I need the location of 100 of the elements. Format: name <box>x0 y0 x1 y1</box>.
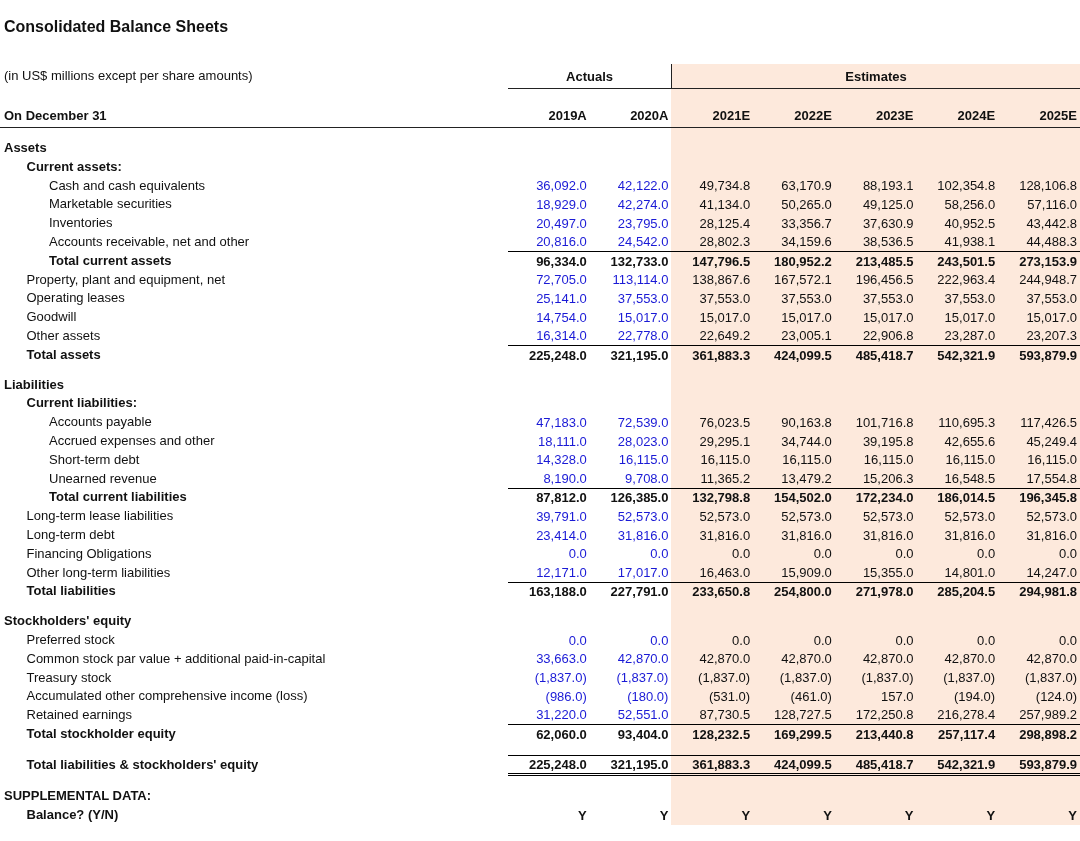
row-label: Other long-term liabilities <box>26 563 171 582</box>
value-cell: 110,695.3 <box>916 413 999 432</box>
value-cell-text: 18,929.0 <box>535 196 588 214</box>
value-cell: 186,014.5 <box>916 488 999 508</box>
value-cell: 593,879.9 <box>998 345 1080 365</box>
value-cell: 593,879.9 <box>998 755 1080 775</box>
value-cell-text: 0.0 <box>567 631 588 650</box>
column-header: 2023E <box>834 88 917 128</box>
value-cell: 37,553.0 <box>916 289 999 309</box>
value-cell: 172,250.8 <box>834 706 917 725</box>
value-cell: 0.0 <box>589 544 672 564</box>
value-cell: 15,017.0 <box>916 308 999 327</box>
value-cell: 257,117.4 <box>916 724 999 744</box>
value-cell: 17,017.0 <box>589 563 672 583</box>
value-cell: 42,870.0 <box>589 649 672 669</box>
value-cell: 87,730.5 <box>671 706 754 725</box>
value-cell: 52,573.0 <box>834 507 917 526</box>
value-cell: 24,542.0 <box>589 233 672 252</box>
value-cell: Y <box>916 806 999 825</box>
value-cell: 28,125.4 <box>671 214 754 233</box>
value-cell: Y <box>671 806 754 825</box>
row-label: Accounts payable <box>49 413 152 432</box>
row-label: Total assets <box>26 345 101 364</box>
row-label: Accrued expenses and other <box>49 431 215 450</box>
value-cell: 15,017.0 <box>753 308 835 327</box>
row-label: Cash and cash equivalents <box>49 176 206 195</box>
value-cell: 271,978.0 <box>834 582 917 602</box>
value-cell: 37,553.0 <box>589 289 672 309</box>
value-cell: 31,816.0 <box>589 525 672 545</box>
column-group-header: Estimates <box>671 64 1080 89</box>
row-label: Accounts receivable, net and other <box>49 233 250 251</box>
value-cell: 213,485.5 <box>834 251 917 271</box>
value-cell: 154,502.0 <box>753 488 835 508</box>
sheet-title: Consolidated Balance Sheets <box>3 18 230 37</box>
row-label: Accumulated other comprehensive income (loss) <box>26 687 308 706</box>
row-label: Other assets <box>26 326 101 345</box>
row-label: Current assets: <box>26 157 122 176</box>
value-cell: 257,989.2 <box>998 706 1080 725</box>
value-cell: 37,553.0 <box>671 289 754 309</box>
value-cell: 424,099.5 <box>753 755 835 775</box>
row-label: Long-term lease liabilities <box>26 507 174 526</box>
value-cell: 233,650.8 <box>671 582 754 602</box>
value-cell-text: (1,837.0) <box>533 669 588 688</box>
row-label: Total current assets <box>49 251 172 270</box>
value-cell: 15,017.0 <box>671 308 754 327</box>
value-cell: 273,153.9 <box>998 251 1080 271</box>
value-cell: 15,017.0 <box>589 308 672 327</box>
value-cell: 298,898.2 <box>998 724 1080 744</box>
value-cell: (180.0) <box>589 687 672 707</box>
value-cell: Y <box>998 806 1080 825</box>
value-cell: 8,190.0 <box>508 469 590 489</box>
value-cell-text: (986.0) <box>544 687 588 706</box>
value-cell: 33,356.7 <box>753 214 835 233</box>
value-cell-text: 39,791.0 <box>535 507 588 526</box>
value-cell: Y <box>834 806 917 825</box>
value-cell: 28,023.0 <box>589 431 672 451</box>
value-cell: (124.0) <box>998 687 1080 707</box>
value-cell: (531.0) <box>671 687 754 707</box>
value-cell: 57,116.0 <box>998 195 1080 215</box>
value-cell: Y <box>589 806 672 825</box>
column-header: 2025E <box>998 88 1080 128</box>
value-cell: 101,716.8 <box>834 413 917 432</box>
value-cell: 196,345.8 <box>998 488 1080 508</box>
value-cell: 243,501.5 <box>916 251 999 271</box>
section-heading: Stockholders' equity <box>4 612 132 631</box>
value-cell: 0.0 <box>589 630 672 650</box>
value-cell: 58,256.0 <box>916 195 999 215</box>
value-cell: 361,883.3 <box>671 345 754 365</box>
value-cell-text: 14,754.0 <box>535 308 588 327</box>
value-cell: 90,163.8 <box>753 413 835 432</box>
value-cell: 72,539.0 <box>589 413 672 432</box>
value-cell: 87,812.0 <box>508 488 590 508</box>
row-label: Financing Obligations <box>26 544 152 563</box>
row-label: Total liabilities & stockholders' equity <box>26 755 259 774</box>
value-cell: 31,220.0 <box>508 706 590 725</box>
value-cell: 23,795.0 <box>589 214 672 233</box>
value-cell: 37,553.0 <box>834 289 917 309</box>
value-cell-text: 14,328.0 <box>535 451 588 470</box>
value-cell: 254,800.0 <box>753 582 835 602</box>
value-cell: 52,573.0 <box>589 507 672 526</box>
row-label: Unearned revenue <box>49 469 157 488</box>
value-cell: 12,171.0 <box>508 563 590 583</box>
value-cell: 49,125.0 <box>834 195 917 215</box>
column-header: 2024E <box>916 88 999 128</box>
value-cell: 147,796.5 <box>671 251 754 271</box>
value-cell: 361,883.3 <box>671 755 754 775</box>
value-cell: 113,114.0 <box>589 270 672 290</box>
value-cell: 15,017.0 <box>834 308 917 327</box>
value-cell: (194.0) <box>916 687 999 707</box>
value-cell-text: 0.0 <box>567 545 588 564</box>
row-label: Goodwill <box>26 308 77 327</box>
value-cell-text: 18,111.0 <box>537 432 588 451</box>
value-cell: 128,727.5 <box>753 706 835 725</box>
row-label: Current liabilities: <box>26 394 138 413</box>
value-cell-text: 33,663.0 <box>535 650 588 669</box>
value-cell: 43,442.8 <box>998 214 1080 233</box>
row-label: Retained earnings <box>26 706 133 725</box>
value-cell: 37,553.0 <box>753 289 835 309</box>
value-cell: 117,426.5 <box>998 413 1080 432</box>
column-header: 2021E <box>671 88 754 128</box>
